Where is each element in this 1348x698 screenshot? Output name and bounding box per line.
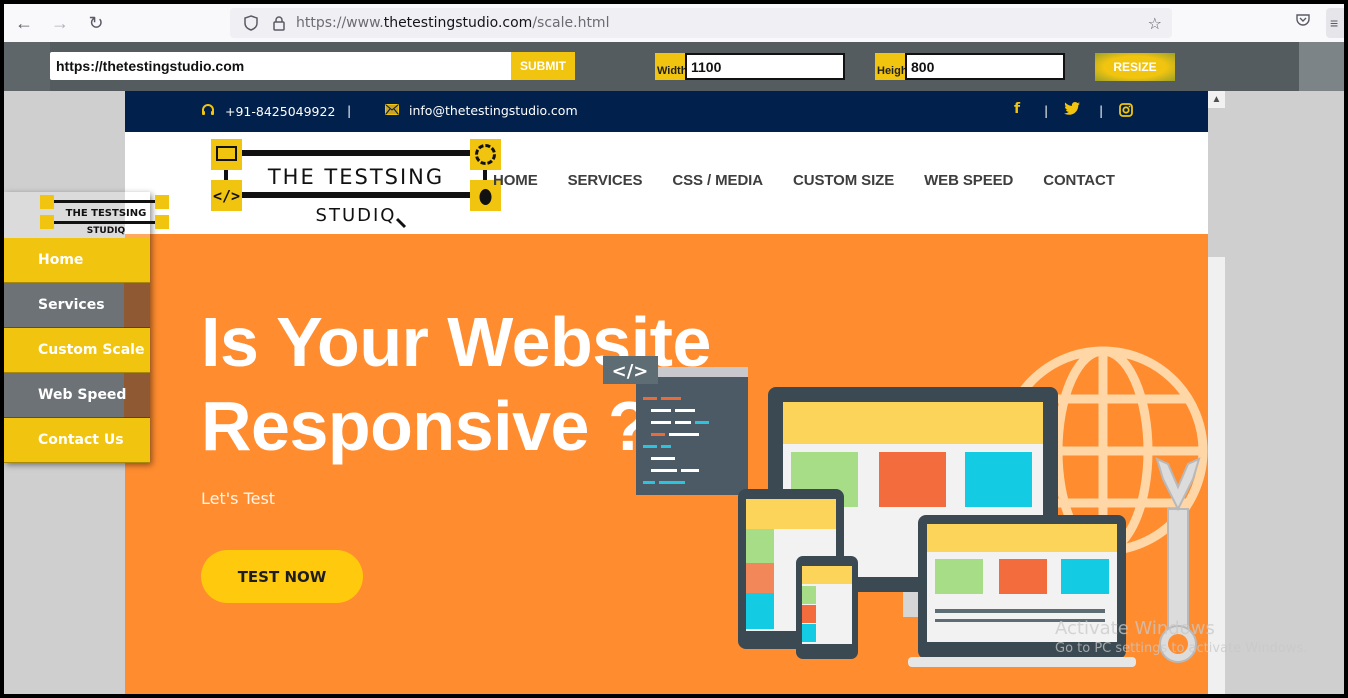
instagram-icon[interactable] xyxy=(1119,103,1133,121)
sidebar-item-label: Web Speed xyxy=(38,387,127,403)
url-path: /scale.html xyxy=(532,15,610,31)
twitter-icon[interactable] xyxy=(1064,102,1080,119)
bookmark-star-icon[interactable]: ☆ xyxy=(1148,14,1162,33)
forward-icon[interactable]: → xyxy=(42,8,78,38)
main-nav: HOME SERVICES CSS / MEDIA CUSTOM SIZE WE… xyxy=(493,172,1145,189)
reload-icon[interactable]: ↻ xyxy=(78,8,114,38)
sidebar-item-label: Custom Scale xyxy=(38,342,145,358)
phone-contact[interactable]: +91-8425049922 xyxy=(201,103,335,119)
nav-services[interactable]: SERVICES xyxy=(568,172,643,189)
test-now-button[interactable]: TEST NOW xyxy=(201,550,363,603)
email-contact[interactable]: info@thetestingstudio.com xyxy=(385,103,578,118)
sidebar-logo-line2: STUDIQ xyxy=(87,226,126,236)
nav-web-speed[interactable]: WEB SPEED xyxy=(924,172,1013,189)
contact-topbar: +91-8425049922 | info@thetestingstudio.c… xyxy=(125,91,1208,132)
nav-css-media[interactable]: CSS / MEDIA xyxy=(672,172,763,189)
sidebar-item-label: Services xyxy=(38,297,105,313)
height-input[interactable] xyxy=(905,53,1065,80)
site-logo[interactable]: </> THE TESTSING STUDIQ xyxy=(211,139,503,229)
shield-icon[interactable] xyxy=(240,15,262,31)
logo-line1: THE TESTSING xyxy=(267,165,444,189)
width-input[interactable] xyxy=(685,53,845,80)
code-tag: </> xyxy=(612,361,649,382)
nav-home[interactable]: HOME xyxy=(493,172,538,189)
vertical-scrollbar[interactable]: ▲ xyxy=(1208,91,1225,694)
activate-windows-watermark: Activate Windows Go to PC settings to ac… xyxy=(1055,618,1307,656)
floating-sidebar-menu: THE TESTSING STUDIQ Home Services Custom… xyxy=(4,192,169,463)
scroll-up-icon[interactable]: ▲ xyxy=(1208,91,1225,108)
mail-icon xyxy=(385,103,399,118)
sidebar-item-contact-us[interactable]: Contact Us xyxy=(4,418,150,463)
sidebar-item-custom-scale[interactable]: Custom Scale xyxy=(4,328,150,373)
phone-number: +91-8425049922 xyxy=(225,103,336,119)
url-domain: thetestingstudio.com xyxy=(383,15,533,31)
url-input[interactable] xyxy=(50,52,512,80)
back-icon[interactable]: ← xyxy=(6,8,42,38)
logo-line2: STUDIQ xyxy=(316,205,397,226)
browser-toolbar: ← → ↻ https://www. thetestingstudio.com/s… xyxy=(4,4,1344,42)
resize-button[interactable]: RESIZE xyxy=(1095,53,1175,81)
watermark-subtitle: Go to PC settings to activate Windows. xyxy=(1055,641,1308,656)
headphones-icon xyxy=(201,103,215,119)
browser-window: ← → ↻ https://www. thetestingstudio.com/s… xyxy=(4,4,1344,694)
sidebar-item-services[interactable]: Services xyxy=(4,283,150,328)
sidebar-logo-line1: THE TESTSING xyxy=(66,208,147,219)
pocket-icon[interactable] xyxy=(1296,13,1310,32)
toolbar-edge xyxy=(1299,42,1344,91)
nav-contact[interactable]: CONTACT xyxy=(1043,172,1115,189)
facebook-icon[interactable]: f xyxy=(1014,101,1020,117)
submit-button[interactable]: SUBMIT xyxy=(511,52,575,80)
address-bar[interactable]: https://www. thetestingstudio.com/scale.h… xyxy=(230,8,1172,38)
url-prefix: https://www. xyxy=(296,15,384,31)
height-label: Height xyxy=(875,53,906,80)
scale-toolbar: SUBMIT Width Height RESIZE xyxy=(4,42,1344,91)
sidebar-item-web-speed[interactable]: Web Speed xyxy=(4,373,150,418)
phone-icon xyxy=(796,556,858,659)
nav-custom-size[interactable]: CUSTOM SIZE xyxy=(793,172,894,189)
scaled-website-frame: +91-8425049922 | info@thetestingstudio.c… xyxy=(125,91,1208,694)
width-label: Width xyxy=(655,53,686,80)
topbar-separator: | xyxy=(347,103,352,118)
sidebar-item-label: Home xyxy=(38,252,84,268)
hero-banner: Is Your Website Responsive ? Let's Test … xyxy=(125,234,1208,694)
sidebar-item-label: Contact Us xyxy=(38,432,124,448)
code-panel-icon: </> xyxy=(603,356,748,495)
hero-subtitle: Let's Test xyxy=(201,489,276,508)
sidebar-item-home[interactable]: Home xyxy=(4,238,150,283)
toolbar-edge xyxy=(4,42,50,91)
topbar-separator: | xyxy=(1099,103,1104,118)
lock-icon[interactable] xyxy=(268,15,290,31)
menu-icon[interactable]: ≡ xyxy=(1326,8,1344,38)
watermark-title: Activate Windows xyxy=(1055,618,1215,639)
topbar-separator: | xyxy=(1044,103,1049,118)
site-header: </> THE TESTSING STUDIQ HOME SERVICES CS… xyxy=(125,132,1208,234)
svg-text:</>: </> xyxy=(213,187,240,205)
email-address: info@thetestingstudio.com xyxy=(409,103,578,118)
sidebar-logo[interactable]: THE TESTSING STUDIQ xyxy=(4,192,169,238)
